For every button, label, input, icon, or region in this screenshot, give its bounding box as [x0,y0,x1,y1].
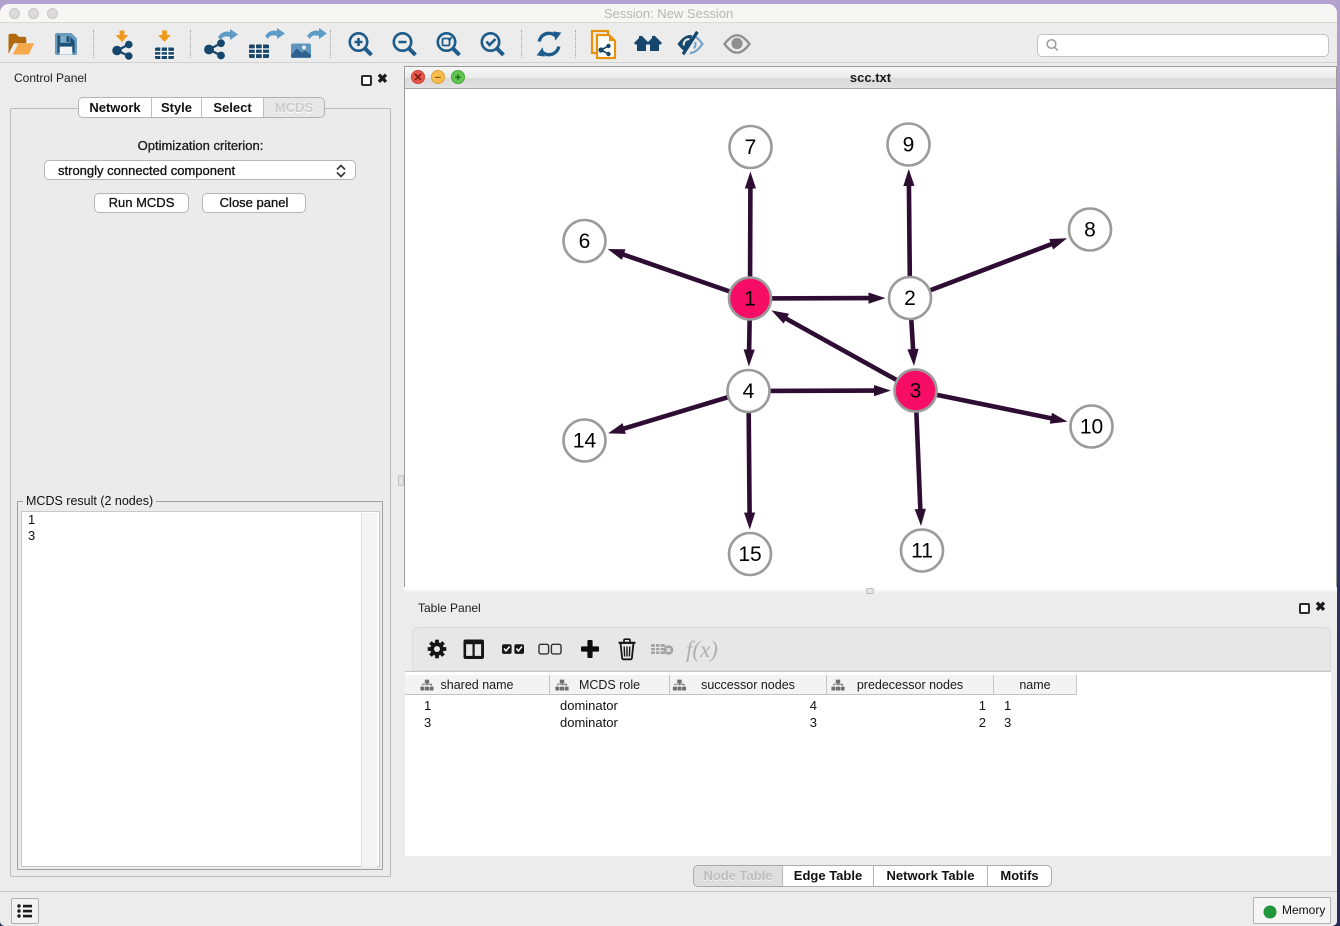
svg-text:9: 9 [903,134,915,157]
svg-text:4: 4 [743,380,755,403]
svg-text:7: 7 [745,136,757,159]
svg-text:2: 2 [904,287,916,310]
svg-text:8: 8 [1084,219,1096,242]
svg-text:f(x): f(x) [686,637,718,662]
svg-text:6: 6 [579,230,591,253]
svg-text:10: 10 [1080,416,1103,439]
svg-text:15: 15 [738,543,761,566]
svg-text:11: 11 [911,540,933,563]
svg-text:1: 1 [744,288,756,311]
svg-text:14: 14 [573,430,597,453]
svg-text:3: 3 [910,380,922,403]
